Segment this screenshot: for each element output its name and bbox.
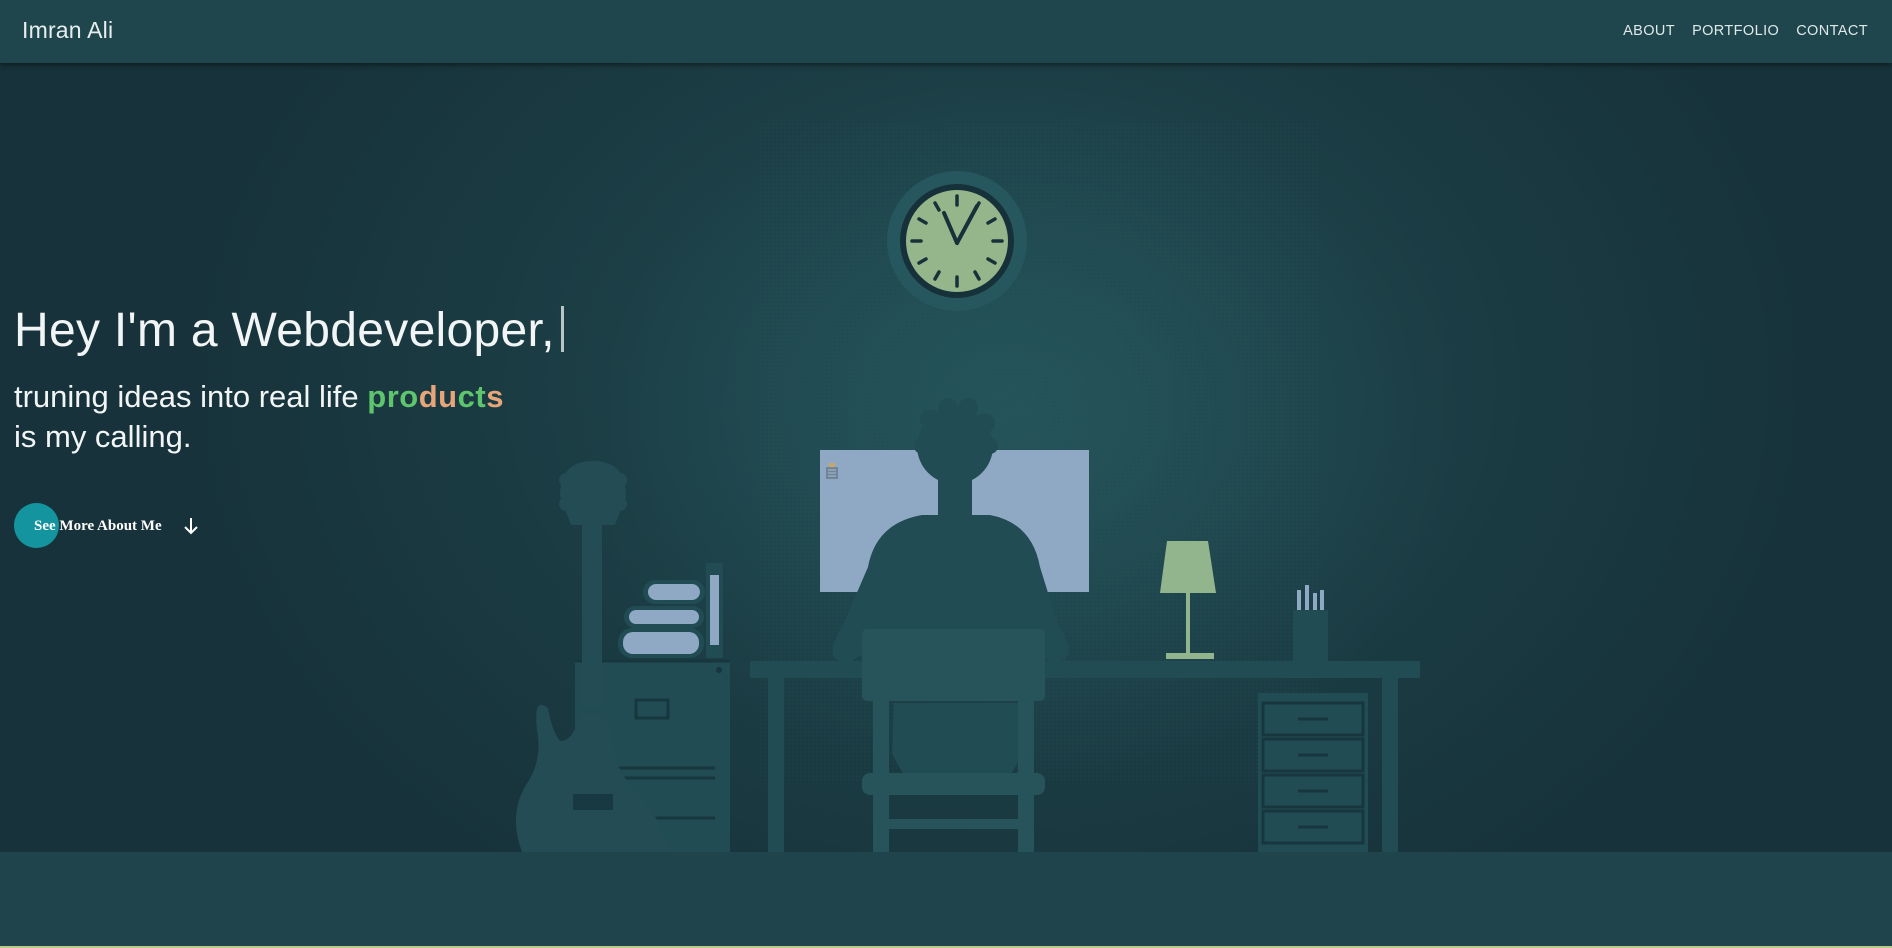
arrow-down-icon bbox=[183, 518, 198, 535]
highlight-letter: r bbox=[386, 379, 400, 414]
hero-bottom-band bbox=[0, 852, 1892, 946]
cta-label: See More About Me bbox=[34, 517, 162, 534]
highlight-letter: p bbox=[367, 379, 387, 414]
highlight-letter: o bbox=[399, 379, 419, 414]
highlight-letter: d bbox=[418, 379, 439, 414]
wall-clock-icon bbox=[887, 171, 1027, 311]
nav-portfolio-link[interactable]: PORTFOLIO bbox=[1692, 23, 1779, 39]
desk-drawers bbox=[1258, 693, 1368, 852]
highlight-letter: t bbox=[475, 379, 487, 414]
hero-headline: Hey I'm a Webdeveloper, bbox=[14, 303, 564, 358]
headline-text: Hey I'm a Webdeveloper, bbox=[14, 304, 555, 357]
highlight-letter: s bbox=[486, 379, 504, 414]
site-brand[interactable]: Imran Ali bbox=[22, 17, 113, 44]
main-nav: ABOUT PORTFOLIO CONTACT bbox=[1623, 23, 1868, 39]
nav-contact-link[interactable]: CONTACT bbox=[1796, 23, 1868, 39]
highlight-letter: u bbox=[438, 379, 458, 414]
subline-part2: is my calling. bbox=[14, 419, 192, 454]
highlight-word: products bbox=[367, 379, 504, 414]
typing-caret bbox=[560, 306, 564, 352]
nav-about-link[interactable]: ABOUT bbox=[1623, 23, 1675, 39]
subline-part1: truning ideas into real life bbox=[14, 379, 359, 414]
hero-section: Hey I'm a Webdeveloper, truning ideas in… bbox=[0, 63, 1892, 852]
top-nav-bar: Imran Ali ABOUT PORTFOLIO CONTACT bbox=[0, 0, 1892, 63]
hero-subline: truning ideas into real life products is… bbox=[14, 377, 504, 457]
page: Imran Ali ABOUT PORTFOLIO CONTACT Hey I'… bbox=[0, 0, 1892, 946]
see-more-about-me-button[interactable]: See More About Me bbox=[14, 503, 200, 549]
highlight-letter: c bbox=[457, 379, 476, 414]
desk-illustration bbox=[515, 63, 1460, 852]
